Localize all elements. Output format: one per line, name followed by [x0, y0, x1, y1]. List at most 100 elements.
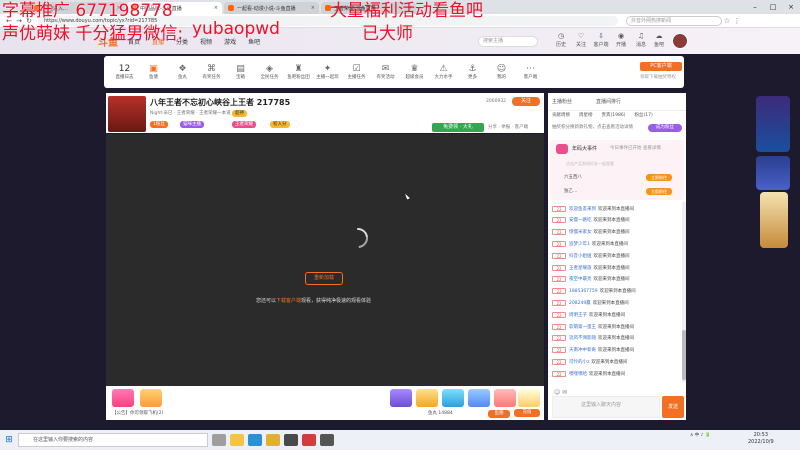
chat-input[interactable]: 这里输入聊天内容: [552, 396, 660, 418]
chat-username[interactable]: 周明王子: [569, 312, 587, 318]
streamer-avatar[interactable]: [108, 96, 146, 132]
tool-item[interactable]: ◈ 全民任务: [255, 64, 284, 81]
tab-weekly-star[interactable]: 周星榜: [579, 111, 593, 121]
minimize-icon[interactable]: –: [746, 0, 764, 14]
gift-icon[interactable]: [140, 389, 162, 407]
tool-item[interactable]: ⋯ 客户端: [516, 64, 545, 81]
chat-username[interactable]: 王者星曜旅: [569, 265, 592, 271]
fish-icon[interactable]: ☁ 鱼吧: [650, 32, 668, 48]
chat-username[interactable]: 208249赢: [569, 300, 591, 306]
chat-username[interactable]: 天南冲中新奇: [569, 347, 596, 353]
chat-username[interactable]: 惊慢米家女: [569, 229, 592, 235]
extensions-icon[interactable]: ⋮: [732, 17, 742, 25]
gift-icon[interactable]: [468, 389, 490, 407]
browser-search-input[interactable]: 抖音外网热搜新闻: [626, 15, 722, 26]
camera-icon[interactable]: ◉ 开播: [612, 32, 630, 48]
event-go-button[interactable]: 立即前往: [646, 188, 672, 195]
tool-item[interactable]: ✉ 有奖活动: [371, 64, 400, 81]
task-view-icon[interactable]: [212, 434, 226, 446]
follow-icon[interactable]: ♡ 关注: [572, 32, 590, 48]
gift-icon[interactable]: [416, 389, 438, 407]
share-links[interactable]: 分享 · 举报 · 客户端: [488, 124, 528, 130]
fish-fin-button[interactable]: 鱼翅: [488, 410, 510, 418]
app-icon[interactable]: [320, 434, 334, 446]
tool-item[interactable]: ⚓ 更多: [458, 64, 487, 81]
taskbar-search[interactable]: 在这里输入你要搜索的内容: [18, 433, 208, 447]
chat-username[interactable]: 抖音小姐姐: [569, 253, 592, 259]
tool-item[interactable]: ☑ 主播任务: [342, 64, 371, 81]
tab-room-rank[interactable]: 直播间排行: [596, 98, 621, 105]
tag-pill[interactable]: 初入分: [270, 121, 290, 128]
follow-button[interactable]: 关注: [512, 97, 540, 106]
close-icon[interactable]: ×: [311, 5, 315, 11]
system-tray[interactable]: ∧ 中 ♪ 🔋: [690, 432, 711, 438]
maximize-icon[interactable]: □: [764, 0, 782, 14]
chat-username[interactable]: 1885367759: [569, 289, 598, 294]
tag-pill[interactable]: 猫咪主播: [180, 121, 204, 128]
gift-icon[interactable]: [518, 389, 540, 407]
video-player[interactable]: [106, 134, 544, 386]
emoji-icon[interactable]: ☺ ✉: [554, 389, 567, 396]
gift-icon[interactable]: [112, 389, 134, 407]
pc-client-button[interactable]: PC客户端: [640, 62, 682, 71]
tool-item[interactable]: ♜ 鱼吧粉丝团: [284, 64, 313, 81]
chat-username[interactable]: 可怜的小z: [569, 359, 589, 365]
close-window-icon[interactable]: ×: [782, 0, 800, 14]
app-icon[interactable]: [284, 434, 298, 446]
gift-icon[interactable]: [390, 389, 412, 407]
tool-item[interactable]: ✦ 主播一起玩: [313, 64, 342, 81]
tool-item[interactable]: ▤ 宝箱: [226, 64, 255, 81]
event-go-button[interactable]: 立即前往: [646, 174, 672, 181]
chat-username[interactable]: 流风不溯影随: [569, 335, 596, 341]
reload-button[interactable]: 重新加载: [305, 272, 343, 285]
tag-pill[interactable]: 王者荣耀: [232, 121, 256, 128]
tab-weekly-contrib[interactable]: 贡献周榜: [552, 111, 570, 121]
history-icon[interactable]: ◷ 历史: [552, 32, 570, 48]
tool-item[interactable]: ☺ 我的: [487, 64, 516, 81]
promo-card[interactable]: [756, 156, 790, 190]
chat-username[interactable]: 夜空中最亮: [569, 276, 592, 282]
gift-icon[interactable]: [442, 389, 464, 407]
app-icon[interactable]: [302, 434, 316, 446]
chat-username[interactable]: 软萌第一蛋王: [569, 324, 596, 330]
edge-icon[interactable]: [248, 434, 262, 446]
site-search-input[interactable]: 搜索主播: [478, 36, 538, 47]
chat-username[interactable]: 嘿嘿嘿哈: [569, 371, 587, 377]
tab-fans[interactable]: 粉丝(17): [634, 111, 652, 121]
download-client-link[interactable]: 下载客户端: [276, 298, 301, 304]
tool-item[interactable]: ♛ 超级会员: [400, 64, 429, 81]
free-gift-button[interactable]: 免费领 · 大礼: [432, 123, 484, 132]
tool-item[interactable]: ⚠ 大力水手: [429, 64, 458, 81]
windows-start-icon[interactable]: ⊞: [0, 435, 18, 445]
chat-username[interactable]: 欢迎鱼友来到: [569, 206, 596, 212]
app-icon[interactable]: [266, 434, 280, 446]
tool-item[interactable]: ❖ 鱼丸: [168, 64, 197, 81]
file-explorer-icon[interactable]: [230, 434, 244, 446]
event-subtitle[interactable]: 今日事件已开始 查看详情: [610, 145, 661, 151]
become-fan-button[interactable]: 成为粉丝: [648, 124, 682, 132]
tool-item[interactable]: ⌘ 有奖任务: [197, 64, 226, 81]
star-icon[interactable]: ☆: [722, 17, 732, 25]
hot-count[interactable]: 12 直播日志: [110, 64, 139, 81]
tab-anchor-fans[interactable]: 主播粉丝: [552, 98, 572, 105]
tool-item[interactable]: ▣ 鱼塘: [139, 64, 168, 81]
send-button[interactable]: 发送: [662, 396, 684, 418]
rank-pill[interactable]: 1粉丝: [150, 121, 168, 128]
tag-pill[interactable]: 超神: [232, 110, 247, 117]
tab-vip[interactable]: 贵宾(1986): [602, 111, 626, 121]
close-icon[interactable]: ×: [214, 5, 218, 11]
chat-username[interactable]: 安慢一路吃: [569, 217, 592, 223]
download-icon[interactable]: ⇩ 客户端: [592, 32, 610, 48]
promo-card[interactable]: [756, 96, 790, 152]
ellipsis-icon: ⋯: [526, 63, 535, 74]
chat-username[interactable]: 追梦少年1: [569, 241, 590, 247]
bell-icon[interactable]: ♫ 消息: [632, 32, 650, 48]
rank-tabs: 贡献周榜 周星榜 贵宾(1986) 粉丝(17): [548, 111, 686, 121]
chat-scroll-thumb[interactable]: [682, 330, 686, 380]
user-avatar[interactable]: [672, 33, 688, 49]
recharge-button[interactable]: 充值: [514, 409, 540, 417]
promo-card[interactable]: [760, 192, 788, 248]
browser-tab[interactable]: 一起看-动漫小说-斗鱼直播 ×: [224, 2, 319, 14]
gift-icon[interactable]: [494, 389, 516, 407]
taskbar-clock[interactable]: 20:53 2022/10/9: [748, 432, 774, 446]
